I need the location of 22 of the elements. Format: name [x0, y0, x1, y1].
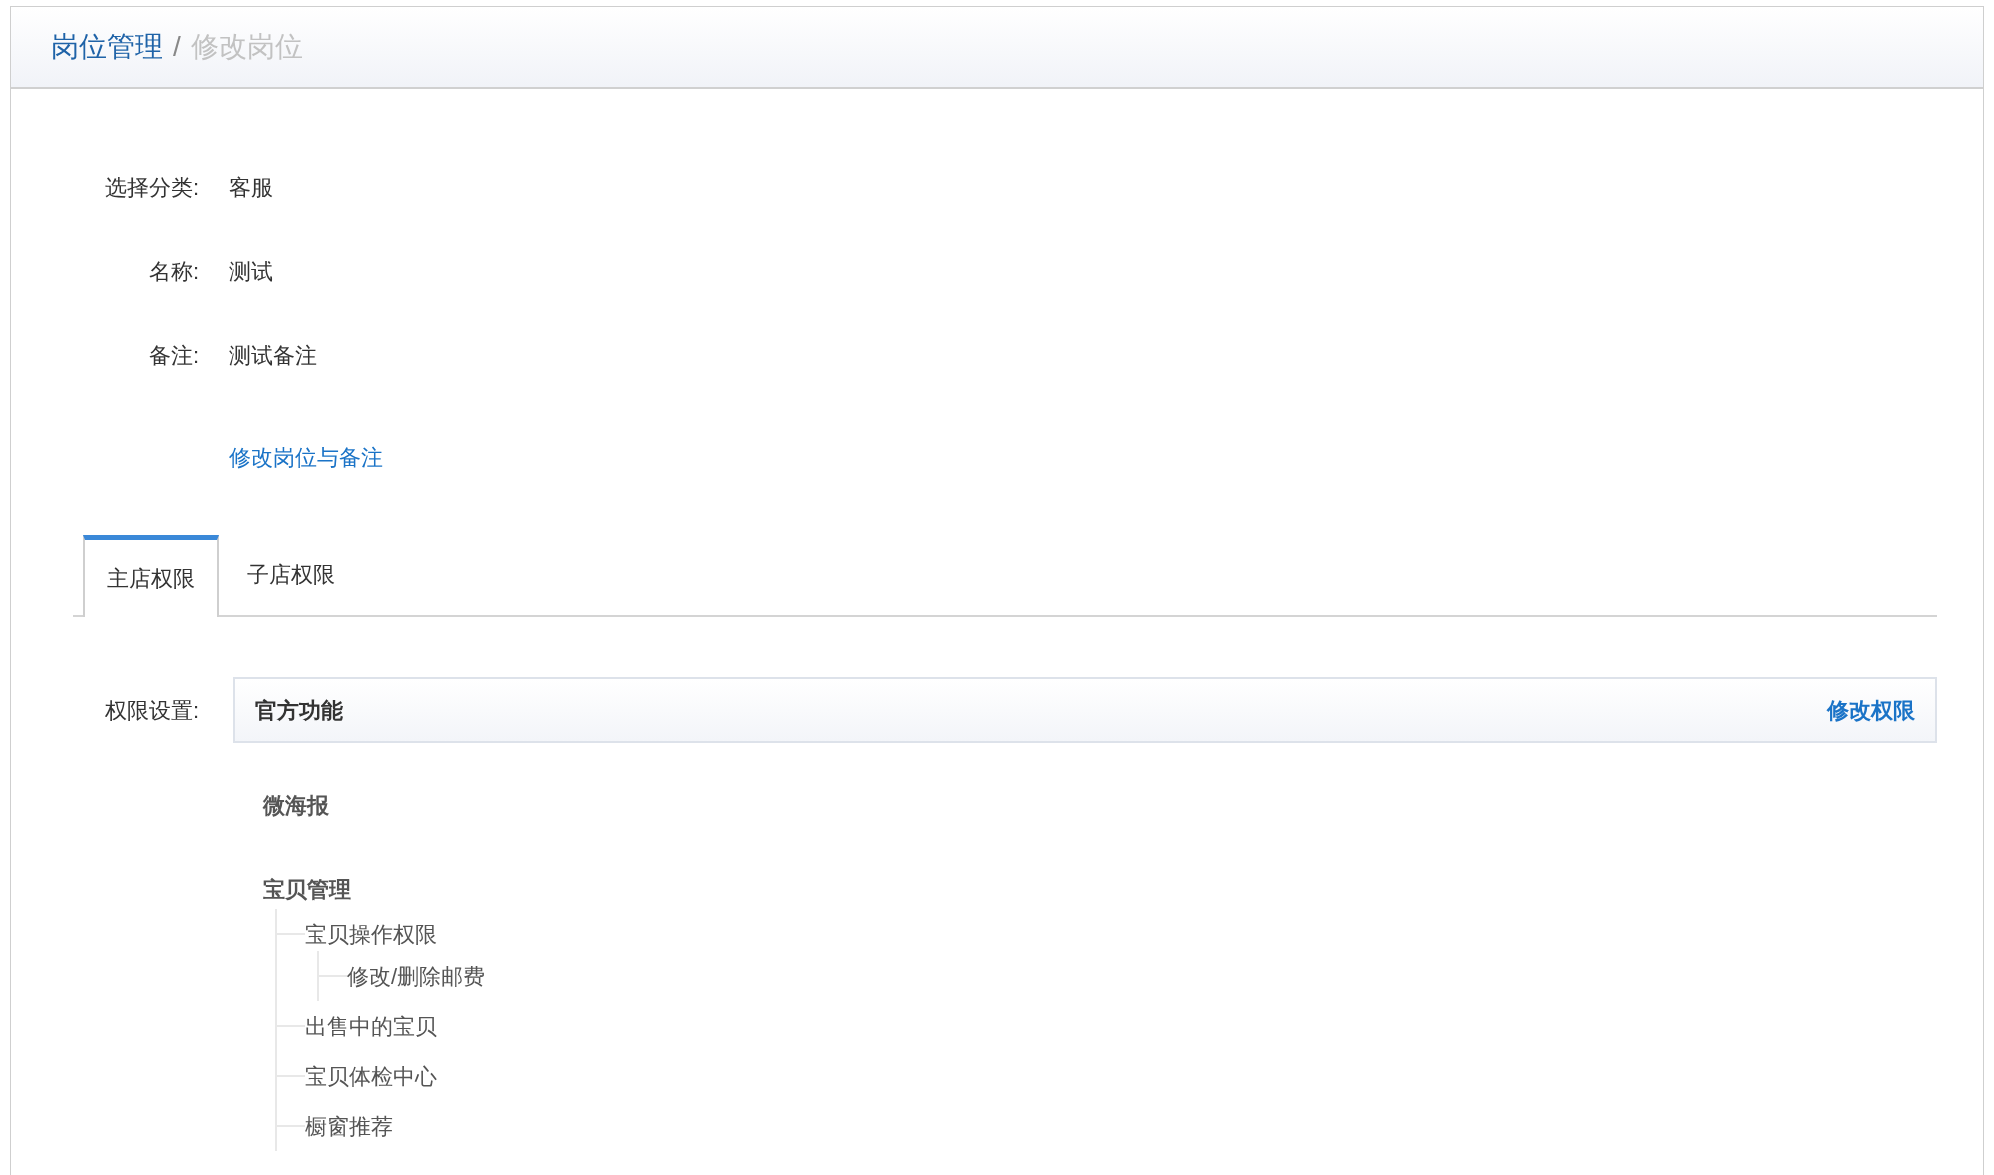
field-value: 测试备注	[229, 341, 317, 370]
edit-permissions-link[interactable]: 修改权限	[1827, 693, 1915, 727]
permission-item: 修改/删除邮费	[347, 962, 486, 991]
breadcrumb-current: 修改岗位	[190, 30, 303, 64]
breadcrumb-link[interactable]: 岗位管理	[51, 26, 163, 68]
permission-item: 出售中的宝贝	[305, 1012, 437, 1041]
breadcrumb-separator: /	[173, 30, 181, 64]
field-label: 权限设置:	[103, 696, 199, 725]
group-title: 官方功能	[255, 696, 343, 725]
field-label: 备注:	[147, 341, 199, 370]
tab[interactable]: 子店权限	[219, 533, 363, 615]
tab[interactable]: 主店权限	[83, 535, 219, 617]
field-label: 选择分类:	[103, 173, 199, 202]
permission-category: 微海报	[263, 791, 329, 820]
field-value: 客服	[229, 173, 273, 202]
permission-item: 宝贝体检中心	[305, 1062, 437, 1091]
field-label: 名称:	[147, 257, 199, 286]
permission-category: 宝贝管理	[263, 875, 351, 904]
edit-link[interactable]: 修改岗位与备注	[229, 440, 383, 474]
field-value: 测试	[229, 257, 273, 286]
permission-item: 橱窗推荐	[305, 1112, 393, 1141]
permission-item: 宝贝操作权限	[305, 920, 437, 949]
